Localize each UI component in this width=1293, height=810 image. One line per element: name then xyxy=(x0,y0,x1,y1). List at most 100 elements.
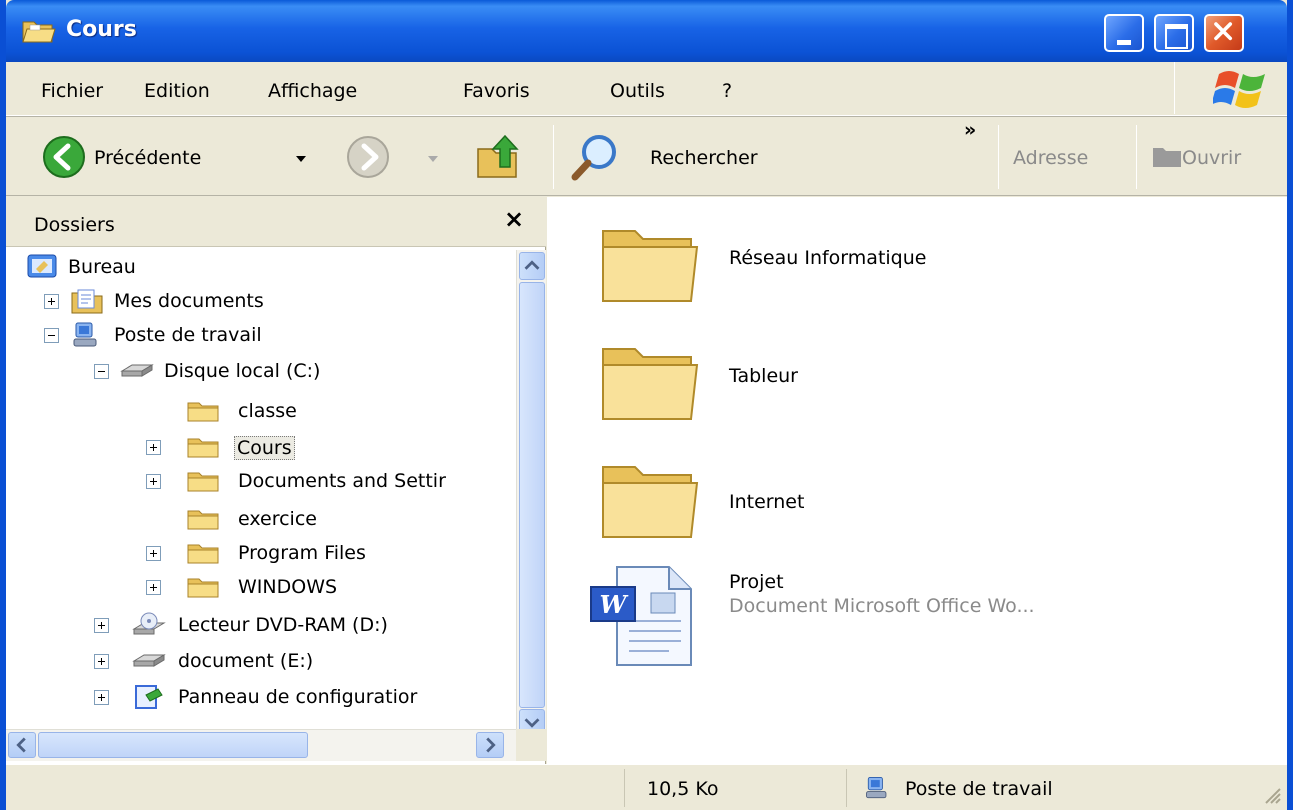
my-computer-icon xyxy=(866,776,887,799)
tree-item-documents-and-settings[interactable]: Documents and Settir xyxy=(146,465,514,499)
word-document-icon: W xyxy=(590,566,692,666)
status-location-cell: Poste de travail xyxy=(846,769,1246,807)
toolbar-separator xyxy=(553,125,554,189)
menu-outils[interactable]: Outils xyxy=(610,80,665,102)
dropdown-arrow-icon xyxy=(428,156,438,162)
expand-toggle[interactable] xyxy=(94,654,109,669)
expand-toggle[interactable] xyxy=(146,580,161,595)
expand-toggle[interactable] xyxy=(146,546,161,561)
folder-item-reseau-informatique[interactable]: Réseau Informatique xyxy=(597,217,1057,307)
expand-toggle[interactable] xyxy=(94,618,109,633)
scroll-right-button[interactable] xyxy=(476,732,504,758)
content-pane: Réseau Informatique Tableur Internet W P… xyxy=(547,197,1287,764)
open-label: Ouvrir xyxy=(1182,147,1242,169)
chevron-left-icon xyxy=(16,737,26,753)
tree-item-panneau-de-configuration[interactable]: Panneau de configuratior xyxy=(94,681,514,715)
menu-fichier[interactable]: Fichier xyxy=(41,80,103,102)
menu-bar: Fichier Edition Affichage Favoris Outils… xyxy=(6,62,1287,116)
tree-item-exercice[interactable]: exercice xyxy=(146,503,446,537)
tree-item-cours[interactable]: Cours xyxy=(146,431,446,465)
minimize-button[interactable] xyxy=(1104,14,1144,52)
chevron-right-icon xyxy=(486,737,496,753)
expand-toggle[interactable] xyxy=(94,690,109,705)
status-location: Poste de travail xyxy=(905,778,1053,800)
tree-item-disque-local-c[interactable]: Disque local (C:) xyxy=(76,355,476,389)
expand-toggle[interactable] xyxy=(146,440,161,455)
expand-toggle[interactable] xyxy=(44,294,59,309)
folders-pane-title: Dossiers xyxy=(34,214,115,236)
file-name: Réseau Informatique xyxy=(729,247,927,269)
my-computer-icon xyxy=(73,322,97,347)
tree-item-poste-de-travail[interactable]: Poste de travail xyxy=(26,319,426,353)
folders-vertical-scrollbar[interactable] xyxy=(516,250,546,739)
folders-pane-close-button[interactable]: × xyxy=(504,205,524,233)
forward-button[interactable] xyxy=(342,117,462,197)
search-button[interactable]: Rechercher xyxy=(568,117,808,197)
tree-label: Cours xyxy=(234,436,295,460)
status-bar: 10,5 Ko Poste de travail xyxy=(6,764,1287,810)
tree-label: Program Files xyxy=(238,542,366,564)
file-item-projet[interactable]: W Projet Document Microsoft Office Wo... xyxy=(587,561,1227,671)
address-label: Adresse xyxy=(1013,147,1089,169)
control-panel-icon xyxy=(135,685,163,709)
tree-label: exercice xyxy=(238,508,317,530)
scroll-left-button[interactable] xyxy=(8,732,36,758)
svg-text:W: W xyxy=(600,590,629,619)
windows-flag-icon xyxy=(1213,71,1265,108)
tree-item-lecteur-dvd-ram-d[interactable]: Lecteur DVD-RAM (D:) xyxy=(94,609,514,643)
explorer-window: Cours Fichier Edition Affichage Favoris … xyxy=(0,0,1293,810)
open-folder-icon xyxy=(1153,148,1181,167)
tree-item-document-e[interactable]: document (E:) xyxy=(94,645,514,679)
collapse-toggle[interactable] xyxy=(94,364,109,379)
desktop-icon xyxy=(27,254,57,278)
menu-favoris[interactable]: Favoris xyxy=(463,80,530,102)
menu-edition[interactable]: Edition xyxy=(144,80,210,102)
tree-label: WINDOWS xyxy=(238,576,338,598)
chevron-up-icon xyxy=(524,260,540,270)
folder-item-internet[interactable]: Internet xyxy=(597,453,1057,543)
toolbar-overflow-chevron[interactable]: » xyxy=(964,119,976,141)
folder-item-tableur[interactable]: Tableur xyxy=(597,335,1057,425)
collapse-toggle[interactable] xyxy=(44,328,59,343)
status-size: 10,5 Ko xyxy=(647,778,719,800)
folder-icon xyxy=(602,348,699,420)
tree-label: Bureau xyxy=(68,256,136,278)
up-folder-button[interactable] xyxy=(472,117,542,197)
scroll-thumb[interactable] xyxy=(519,282,545,708)
menu-affichage[interactable]: Affichage xyxy=(268,80,357,102)
back-button[interactable]: Précédente xyxy=(36,117,326,197)
maximize-button[interactable] xyxy=(1154,14,1194,52)
tree-label: Lecteur DVD-RAM (D:) xyxy=(178,614,388,636)
open-button[interactable]: Ouvrir xyxy=(1146,117,1287,197)
close-button[interactable] xyxy=(1204,14,1244,52)
folder-icon xyxy=(187,438,219,458)
forward-arrow-icon xyxy=(347,136,389,178)
my-documents-icon xyxy=(71,289,103,314)
folder-icon xyxy=(602,230,699,302)
title-bar[interactable]: Cours xyxy=(6,0,1287,62)
file-name: Internet xyxy=(729,491,805,513)
folder-icon xyxy=(187,544,219,564)
menu-help[interactable]: ? xyxy=(722,80,732,102)
tree-item-program-files[interactable]: Program Files xyxy=(146,537,446,571)
scroll-up-button[interactable] xyxy=(519,252,545,280)
resize-grip-icon[interactable] xyxy=(1262,785,1282,805)
tree-label: Documents and Settir xyxy=(238,470,446,492)
tree-item-mes-documents[interactable]: Mes documents xyxy=(26,285,426,319)
tree-item-windows[interactable]: WINDOWS xyxy=(146,571,446,605)
back-label: Précédente xyxy=(94,147,202,169)
file-name: Projet xyxy=(729,571,784,593)
tree-label: classe xyxy=(238,400,297,422)
folders-horizontal-scrollbar[interactable] xyxy=(6,729,516,761)
expand-toggle[interactable] xyxy=(146,474,161,489)
scroll-thumb[interactable] xyxy=(38,732,308,758)
toolbar: Précédente Rechercher » Adresse Ouvrir xyxy=(6,116,1287,196)
tree-item-classe[interactable]: classe xyxy=(146,395,446,429)
status-size-cell: 10,5 Ko xyxy=(624,769,834,807)
tree-item-bureau[interactable]: Bureau xyxy=(26,251,326,285)
folders-pane-header: Dossiers × xyxy=(6,197,546,247)
dvd-drive-icon xyxy=(132,612,166,635)
folder-icon xyxy=(187,578,219,598)
window-title: Cours xyxy=(66,17,137,42)
close-icon xyxy=(1214,22,1233,41)
